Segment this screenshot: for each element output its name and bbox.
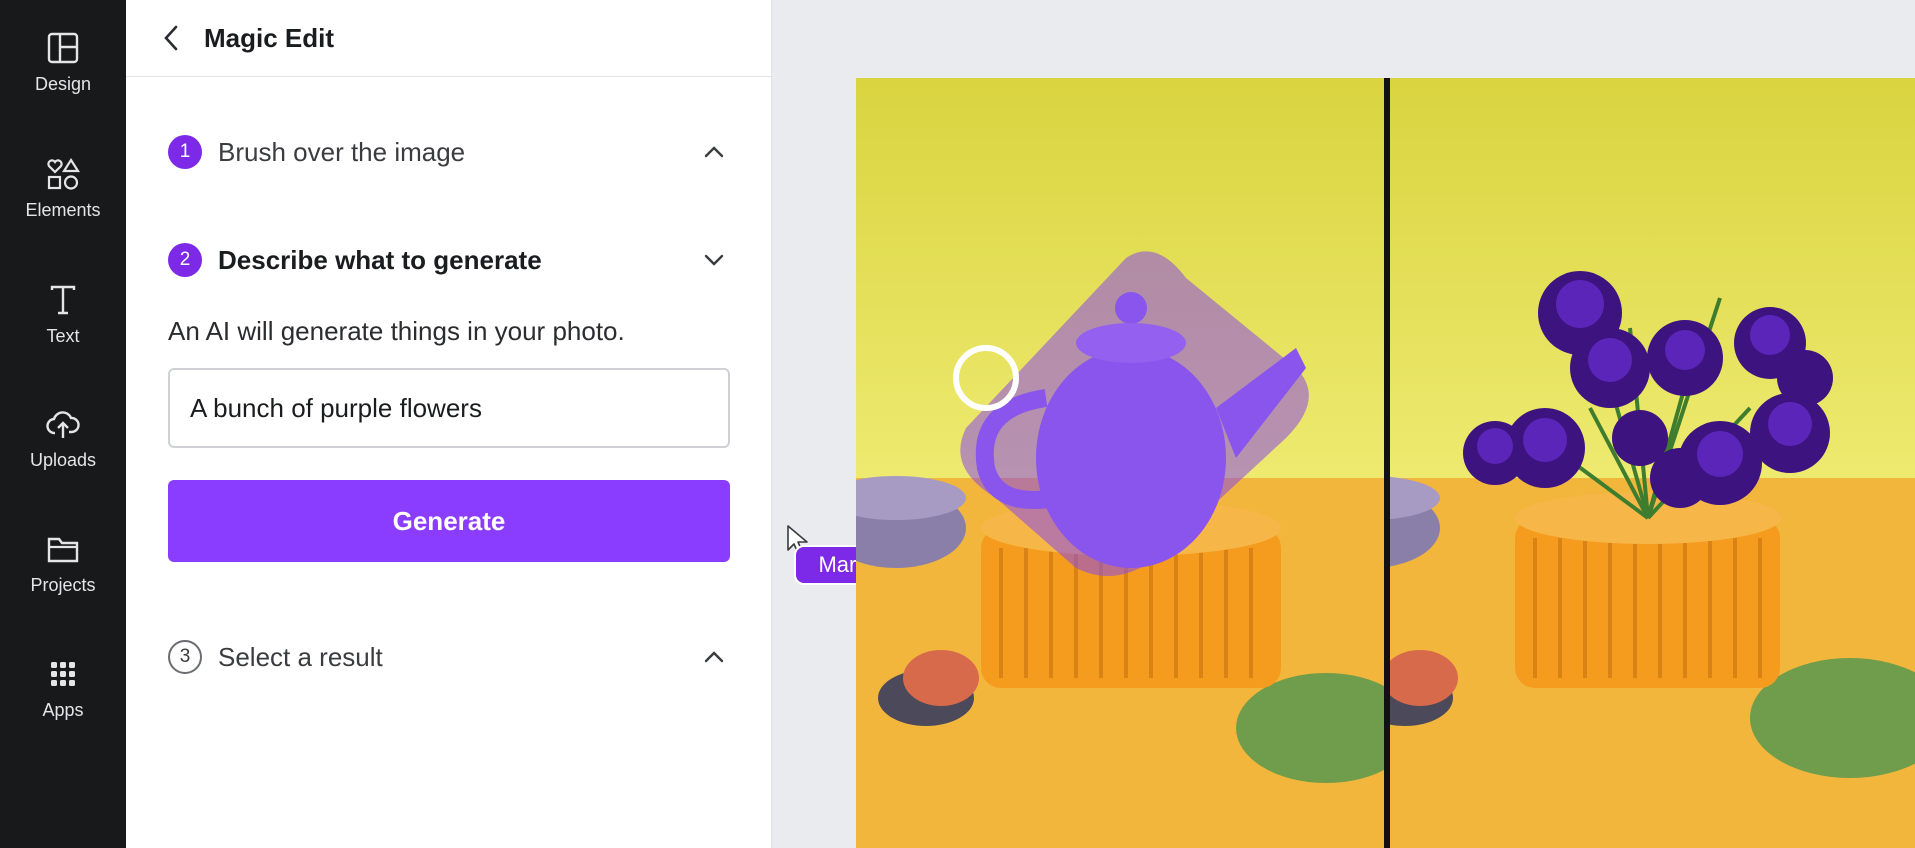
prompt-input[interactable] xyxy=(168,368,730,448)
step-number-badge: 2 xyxy=(168,243,202,277)
rail-label: Uploads xyxy=(29,450,97,470)
chevron-left-icon xyxy=(164,25,178,51)
step-label: Describe what to generate xyxy=(218,244,542,275)
photo-before[interactable] xyxy=(856,78,1384,848)
chevron-down-icon[interactable] xyxy=(699,245,729,275)
rail-label: Elements xyxy=(25,200,101,220)
step-label: Select a result xyxy=(218,641,383,672)
step-select-result[interactable]: 3 Select a result xyxy=(168,640,729,674)
step-number-badge: 3 xyxy=(168,640,202,674)
rail-item-text[interactable]: Text xyxy=(0,266,126,376)
chevron-up-icon[interactable] xyxy=(699,642,729,672)
cloud-upload-icon xyxy=(46,411,80,438)
rail-item-design[interactable]: Design xyxy=(0,14,126,124)
grid-icon xyxy=(51,662,75,686)
rail-item-projects[interactable]: Projects xyxy=(0,515,126,625)
rail-item-apps[interactable]: Apps xyxy=(0,640,126,750)
step-brush[interactable]: 1 Brush over the image xyxy=(168,135,729,169)
panel-title: Magic Edit xyxy=(204,22,335,53)
rail-label: Design xyxy=(34,74,92,94)
rail-item-uploads[interactable]: Uploads xyxy=(0,390,126,500)
rail-label: Apps xyxy=(42,700,84,720)
rail-label: Text xyxy=(46,326,80,346)
back-button[interactable] xyxy=(158,24,186,52)
step-describe[interactable]: 2 Describe what to generate xyxy=(168,243,729,277)
generate-button[interactable]: Generate xyxy=(168,480,730,562)
left-rail: Design Elements Text Uploads Projects Ap… xyxy=(0,0,126,848)
folder-icon xyxy=(47,537,79,563)
step-number-badge: 1 xyxy=(168,135,202,169)
helper-text: An AI will generate things in your photo… xyxy=(168,316,625,346)
shapes-icon xyxy=(47,157,81,190)
chevron-up-icon[interactable] xyxy=(699,137,729,167)
step-label: Brush over the image xyxy=(218,136,466,167)
layout-icon xyxy=(47,32,79,64)
panel-header: Magic Edit xyxy=(126,0,771,77)
text-icon xyxy=(50,285,76,315)
rail-item-elements[interactable]: Elements xyxy=(0,140,126,250)
design-canvas[interactable] xyxy=(856,78,1915,848)
magic-edit-panel: Magic Edit 1 Brush over the image 2 Desc… xyxy=(126,0,896,848)
photo-after[interactable] xyxy=(1390,78,1915,848)
rail-label: Projects xyxy=(30,575,96,595)
